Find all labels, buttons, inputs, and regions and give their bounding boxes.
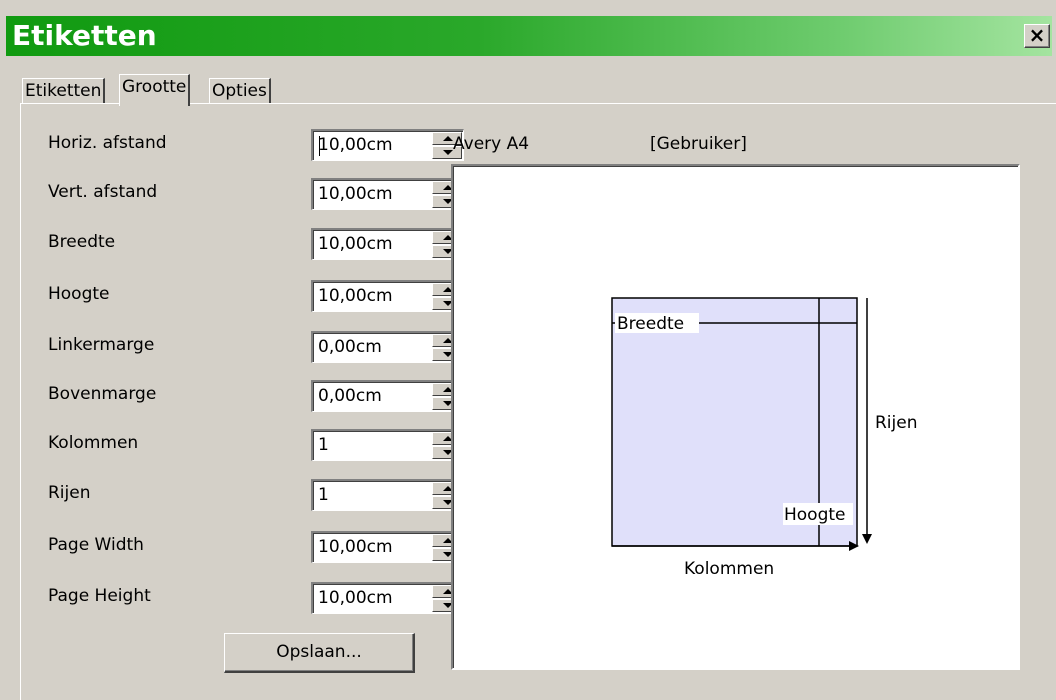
preview-type: [Gebruiker] [650, 134, 747, 154]
bovenmarge-value[interactable]: 0,00cm [318, 386, 382, 406]
title-bar[interactable]: Etiketten × [6, 16, 1052, 56]
save-button[interactable]: Opslaan... [224, 633, 415, 673]
breedte-value[interactable]: 10,00cm [318, 234, 393, 254]
page-height-label: Page Height [48, 586, 151, 606]
breedte-diagram-label: Breedte [617, 314, 684, 334]
rijen-arrowhead-icon [862, 534, 872, 544]
dialog-title: Etiketten [12, 19, 157, 52]
preview-diagram: Breedte Hoogte Rijen Kolommen [611, 297, 918, 579]
close-button[interactable]: × [1024, 24, 1050, 48]
rijen-diagram-label: Rijen [875, 413, 918, 433]
rijen-spinbox[interactable]: 1 [311, 479, 464, 511]
linkermarge-label: Linkermarge [48, 335, 155, 355]
breedte-label: Breedte [48, 232, 116, 252]
page-height-value[interactable]: 10,00cm [318, 588, 393, 608]
vert-afstand-label: Vert. afstand [48, 182, 158, 202]
tab-opties[interactable]: Opties [209, 78, 271, 104]
page-width-value[interactable]: 10,00cm [318, 537, 393, 557]
page-height-spinbox[interactable]: 10,00cm [311, 582, 464, 614]
vert-afstand-spinbox[interactable]: 10,00cm [311, 178, 464, 210]
label-preview: Breedte Hoogte Rijen Kolommen [451, 164, 1020, 670]
vert-afstand-value[interactable]: 10,00cm [318, 184, 393, 204]
labels-dialog: Etiketten × Etiketten Grootte Opties Hor… [0, 0, 1056, 700]
hoogte-label: Hoogte [48, 284, 110, 304]
horiz-afstand-value[interactable]: 10,00cm [318, 135, 393, 155]
rijen-value[interactable]: 1 [318, 485, 329, 505]
rijen-label: Rijen [48, 483, 91, 503]
hoogte-value[interactable]: 10,00cm [318, 286, 393, 306]
page-width-spinbox[interactable]: 10,00cm [311, 531, 464, 563]
horiz-afstand-spinbox[interactable]: 10,00cm [311, 129, 464, 161]
tab-etiketten[interactable]: Etiketten [22, 78, 106, 104]
kolommen-diagram-label: Kolommen [684, 559, 774, 579]
hoogte-diagram-label: Hoogte [784, 505, 846, 525]
close-icon: × [1028, 23, 1046, 47]
bovenmarge-spinbox[interactable]: 0,00cm [311, 380, 464, 412]
hoogte-spinbox[interactable]: 10,00cm [311, 280, 464, 312]
bovenmarge-label: Bovenmarge [48, 384, 157, 404]
preview-brand: Avery A4 [453, 134, 530, 154]
breedte-spinbox[interactable]: 10,00cm [311, 228, 464, 260]
horiz-afstand-label: Horiz. afstand [48, 133, 167, 153]
kolommen-spinbox[interactable]: 1 [311, 429, 464, 461]
kolommen-label: Kolommen [48, 433, 139, 453]
tab-grootte[interactable]: Grootte [119, 74, 191, 106]
linkermarge-spinbox[interactable]: 0,00cm [311, 331, 464, 363]
page-width-label: Page Width [48, 535, 144, 555]
kolommen-value[interactable]: 1 [318, 435, 329, 455]
linkermarge-value[interactable]: 0,00cm [318, 337, 382, 357]
